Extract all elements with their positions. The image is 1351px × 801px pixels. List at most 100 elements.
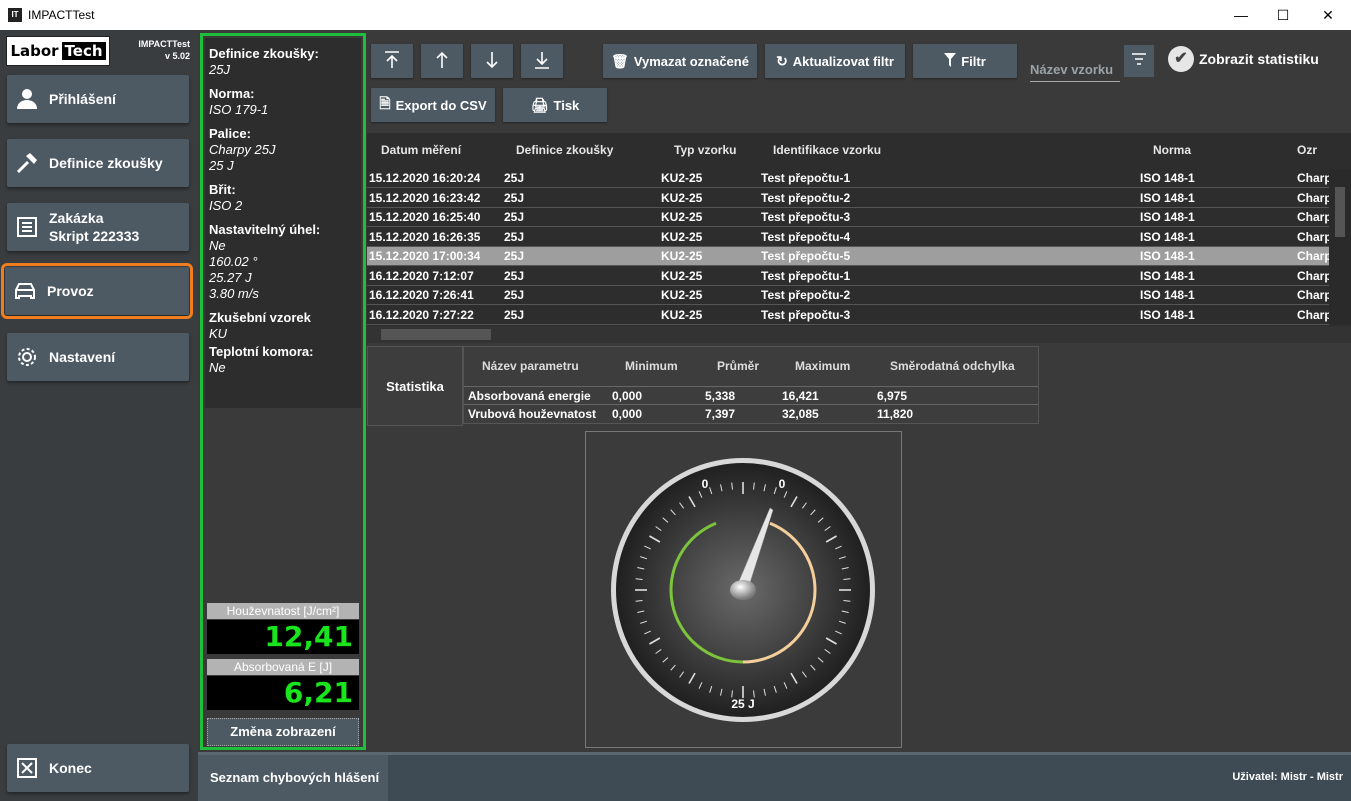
vertical-scroll-thumb[interactable] [1335,187,1345,237]
blade-value: ISO 2 [209,198,243,213]
column-header-date[interactable]: Datum měření [381,143,461,157]
stat-header-max: Maximum [795,359,851,373]
filter-lines-button[interactable] [1124,45,1154,77]
definition-label: Definice zkoušky: [209,46,319,61]
test-info-panel: Definice zkoušky: 25J Norma: ISO 179-1 P… [200,33,366,750]
show-statistics-label: Zobrazit statistiku [1199,51,1319,67]
hammer-label: Palice: [209,126,251,141]
close-box-icon [13,754,41,782]
app-icon: IT [8,8,22,22]
table-cell: KU2-25 [661,210,703,224]
vertical-scrollbar[interactable] [1329,169,1351,324]
statistics-table: Název parametru Minimum Průměr Maximum S… [463,346,1039,424]
move-top-button[interactable] [371,44,413,78]
measurement-table[interactable]: Datum měření Definice zkoušky Typ vzorku… [367,133,1351,343]
exit-button[interactable]: Konec [7,744,189,792]
change-view-button[interactable]: Změna zobrazení [207,718,359,746]
print-button[interactable]: 🖨 Tisk [503,88,607,122]
nav-login-button[interactable]: Přihlášení [7,75,189,123]
horizontal-scroll-thumb[interactable] [381,329,491,340]
sidebar: Labor Tech IMPACTTest v 5.02 Přihlášení De… [0,30,198,801]
logo-right-text: Tech [61,42,106,60]
table-row[interactable]: 15.12.2020 16:20:24 25J KU2-25 Test přepočt… [367,169,1332,188]
move-down-button[interactable] [471,44,513,78]
table-cell: Test přepočtu-2 [761,288,851,302]
column-header-norm[interactable]: Norma [1153,143,1191,157]
nav-order-script: Skript 222333 [49,228,140,244]
table-cell: Charp [1297,288,1332,302]
nav-test-definition-button[interactable]: Definice zkoušky [7,139,189,187]
app-version-number: v 5.02 [164,51,190,61]
angle-velocity: 3.80 m/s [209,286,259,301]
logo-left-text: Labor [10,42,59,60]
status-bar: Seznam chybových hlášení Uživatel: Mistr… [198,752,1351,801]
move-bottom-button[interactable] [521,44,563,78]
column-header-definition[interactable]: Definice zkoušky [516,143,613,157]
table-row[interactable]: 16.12.2020 7:12:07 25J KU2-25 Test přepočtu… [367,267,1332,286]
refresh-filter-button[interactable]: ↻ Aktualizovat filtr [765,44,905,78]
show-statistics-toggle[interactable]: ✔ Zobrazit statistiku [1168,46,1319,72]
nav-operation-button[interactable]: Provoz [1,263,193,319]
table-cell: Charp [1297,249,1332,263]
table-cell: 15.12.2020 16:23:42 [369,190,481,205]
export-csv-label: Export do CSV [395,97,487,113]
column-header-ozr[interactable]: Ozr [1297,143,1317,157]
chamber-value: Ne [209,360,226,375]
column-header-type[interactable]: Typ vzorku [674,143,736,157]
stat-header-param: Název parametru [482,359,579,373]
arrow-down-icon [482,50,502,73]
table-cell: 15.12.2020 16:20:24 [369,171,481,185]
printer-icon: 🖨 [530,96,549,113]
horizontal-scrollbar[interactable] [367,326,1351,343]
table-cell: ISO 148-1 [1140,268,1195,283]
print-label: Tisk [553,97,580,113]
table-cell: 15.12.2020 17:00:34 [369,249,481,263]
stat-row: Absorbovaná energie 0,000 5,338 16,421 6… [464,386,1038,404]
refresh-icon: ↻ [776,52,788,69]
table-cell: 16.12.2020 7:26:41 [369,288,474,302]
filter-button[interactable]: Filtr [913,44,1017,78]
table-cell: Test přepočtu-3 [761,307,851,322]
table-cell: KU2-25 [661,190,703,205]
delete-selected-label: Vymazat označené [633,53,749,69]
table-cell: Charp [1297,210,1332,224]
table-cell: Charp [1297,171,1332,185]
column-header-identification[interactable]: Identifikace vzorku [773,143,881,157]
nav-settings-button[interactable]: Nastavení [7,333,189,381]
table-row[interactable]: 16.12.2020 7:26:41 25J KU2-25 Test přepočtu… [367,286,1332,305]
table-cell: ISO 148-1 [1140,288,1195,302]
stat-row: Vrubová houževnatost 0,000 7,397 32,085 … [464,404,1038,422]
export-csv-button[interactable]: 🗎 Export do CSV [371,88,495,122]
error-list-button[interactable]: Seznam chybových hlášení [198,755,388,801]
norm-value: ISO 179-1 [209,102,269,117]
table-cell: 25J [504,268,525,283]
gauge-unit-label: 25 J [731,697,754,711]
table-cell: ISO 148-1 [1140,171,1195,185]
stat-header-stddev: Směrodatná odchylka [890,359,1015,373]
stat-cell: 6,975 [877,389,908,403]
minimize-button[interactable]: — [1218,0,1264,30]
table-cell: 16.12.2020 7:12:07 [369,268,474,283]
move-up-button[interactable] [421,44,463,78]
sample-name-input[interactable]: Název vzorku [1030,58,1120,82]
car-icon [11,277,39,305]
table-cell: KU2-25 [661,171,703,185]
energy-gauge: 0 0 25 J [585,431,902,748]
list-icon [13,213,41,241]
table-row[interactable]: 16.12.2020 7:27:22 25J KU2-25 Test přepočtu… [367,306,1332,325]
table-row[interactable]: 15.12.2020 16:25:40 25J KU2-25 Test přepočt… [367,208,1332,227]
angle-value: Ne [209,238,226,253]
nav-order-button[interactable]: Zakázka Skript 222333 [7,203,189,251]
stat-cell: 0,000 [612,407,643,421]
table-row[interactable]: 15.12.2020 16:23:42 25J KU2-25 Test přepočt… [367,189,1332,208]
maximize-button[interactable]: ☐ [1260,0,1306,30]
table-row[interactable]: 15.12.2020 17:00:34 25J KU2-25 Test přepočt… [367,247,1332,266]
table-row[interactable]: 15.12.2020 16:26:35 25J KU2-25 Test přepočt… [367,228,1332,247]
close-button[interactable]: ✕ [1305,0,1351,30]
delete-selected-button[interactable]: 🗑 Vymazat označené [603,44,757,78]
table-cell: KU2-25 [661,229,703,244]
stat-cell: 5,338 [705,389,736,403]
hammer-value: Charpy 25J [209,142,276,157]
table-cell: 25J [504,190,525,205]
table-cell: KU2-25 [661,307,703,322]
